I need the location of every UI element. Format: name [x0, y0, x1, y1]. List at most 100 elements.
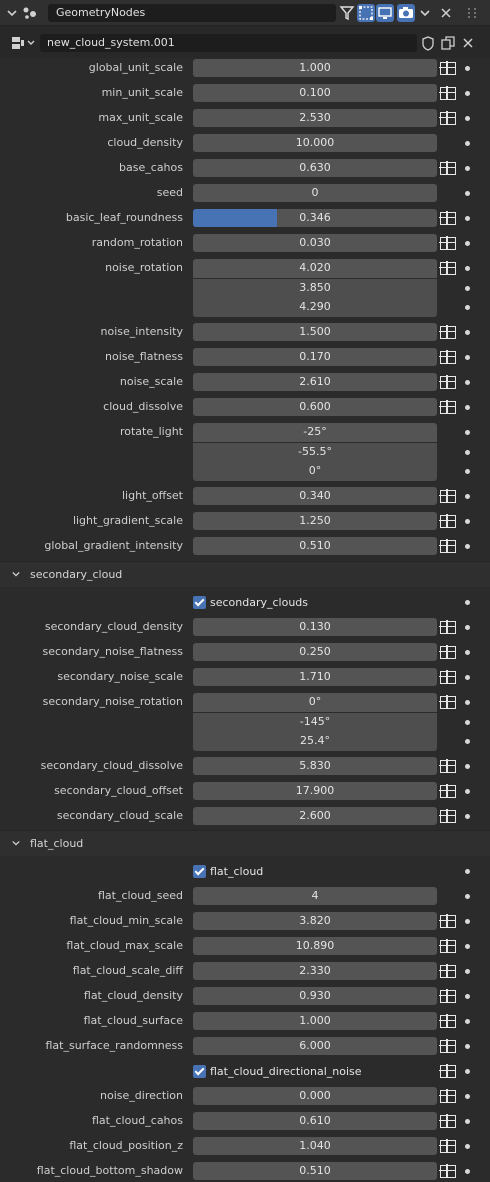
keyframe-dot-icon[interactable]	[465, 355, 470, 360]
noise-rotation-field[interactable]: 3.850	[193, 278, 437, 298]
section-header-flat-cloud[interactable]: flat_cloud	[0, 830, 490, 856]
modifier-name-field[interactable]: GeometryNodes	[48, 4, 336, 22]
keyframe-dot-icon[interactable]	[465, 216, 470, 221]
keyframe-dot-icon[interactable]	[465, 600, 470, 605]
keyframe-dot-icon[interactable]	[465, 944, 470, 949]
checkbox-checked-icon[interactable]	[193, 1064, 206, 1078]
keyframe-dot-icon[interactable]	[465, 519, 470, 524]
rotate-light-field[interactable]: -55.5°	[193, 442, 437, 462]
keyframe-dot-icon[interactable]	[465, 994, 470, 999]
keyframe-dot-icon[interactable]	[465, 1069, 470, 1074]
secondary-noise-rotation-field[interactable]: 0°	[193, 693, 437, 712]
secondary-noise-flatness-field[interactable]: 0.250	[193, 643, 437, 661]
render-toggle[interactable]	[397, 4, 415, 22]
random-rotation-field[interactable]: 0.030	[193, 234, 437, 252]
keyframe-dot-icon[interactable]	[465, 544, 470, 549]
attribute-toggle-button[interactable]	[438, 807, 458, 825]
secondary-noise-rotation-field[interactable]: 25.4°	[193, 732, 437, 751]
keyframe-dot-icon[interactable]	[465, 969, 470, 974]
flat-cloud-surface-field[interactable]: 1.000	[193, 1012, 437, 1030]
keyframe-dot-icon[interactable]	[465, 166, 470, 171]
node-group-name-field[interactable]: new_cloud_system.001	[40, 34, 417, 52]
attribute-toggle-button[interactable]	[438, 348, 458, 366]
flat-cloud-directional-noise-checkbox[interactable]: flat_cloud_directional_noise	[193, 1062, 362, 1080]
noise-scale-field[interactable]: 2.610	[193, 373, 437, 391]
attribute-toggle-button[interactable]	[438, 84, 458, 102]
attribute-toggle-button[interactable]	[438, 109, 458, 127]
flat-cloud-bottom-shadow-field[interactable]: 0.510	[193, 1162, 437, 1180]
keyframe-dot-icon[interactable]	[465, 1094, 470, 1099]
secondary-clouds-checkbox[interactable]: secondary_clouds	[193, 593, 308, 611]
keyframe-dot-icon[interactable]	[465, 405, 470, 410]
attribute-toggle-button[interactable]	[438, 757, 458, 775]
keyframe-dot-icon[interactable]	[465, 469, 470, 474]
flat-cloud-cahos-field[interactable]: 0.610	[193, 1112, 437, 1130]
secondary-cloud-density-field[interactable]: 0.130	[193, 618, 437, 636]
noise-flatness-field[interactable]: 0.170	[193, 348, 437, 366]
attribute-toggle-button[interactable]	[438, 1112, 458, 1130]
noise-rotation-field[interactable]: 4.290	[193, 298, 437, 317]
section-header-secondary-cloud[interactable]: secondary_cloud	[0, 561, 490, 587]
rotate-light-field[interactable]: -25°	[193, 423, 437, 442]
chevron-down-icon[interactable]	[418, 6, 432, 20]
global-gradient-intensity-field[interactable]: 0.510	[193, 537, 437, 555]
close-icon[interactable]	[438, 5, 454, 21]
attribute-toggle-button[interactable]	[438, 512, 458, 530]
attribute-toggle-button[interactable]	[438, 782, 458, 800]
secondary-noise-rotation-field[interactable]: -145°	[193, 712, 437, 732]
attribute-toggle-button[interactable]	[438, 398, 458, 416]
base-cahos-field[interactable]: 0.630	[193, 159, 437, 177]
keyframe-dot-icon[interactable]	[465, 191, 470, 196]
edit-mode-toggle[interactable]	[357, 4, 375, 22]
keyframe-dot-icon[interactable]	[465, 380, 470, 385]
secondary-cloud-dissolve-field[interactable]: 5.830	[193, 757, 437, 775]
attribute-toggle-button[interactable]	[438, 643, 458, 661]
attribute-toggle-button[interactable]	[438, 234, 458, 252]
attribute-toggle-button[interactable]	[438, 259, 458, 277]
flat-cloud-max-scale-field[interactable]: 10.890	[193, 937, 437, 955]
keyframe-dot-icon[interactable]	[465, 764, 470, 769]
keyframe-dot-icon[interactable]	[465, 141, 470, 146]
unlink-close-icon[interactable]	[459, 34, 477, 52]
duplicate-icon[interactable]	[439, 34, 457, 52]
keyframe-dot-icon[interactable]	[465, 1144, 470, 1149]
keyframe-dot-icon[interactable]	[465, 1119, 470, 1124]
keyframe-dot-icon[interactable]	[465, 430, 470, 435]
keyframe-dot-icon[interactable]	[465, 739, 470, 744]
attribute-toggle-button[interactable]	[438, 962, 458, 980]
attribute-toggle-button[interactable]	[438, 1087, 458, 1105]
keyframe-dot-icon[interactable]	[465, 266, 470, 271]
attribute-toggle-button[interactable]	[438, 1137, 458, 1155]
edit-cage-toggle[interactable]	[338, 4, 356, 22]
flat-cloud-checkbox[interactable]: flat_cloud	[193, 862, 263, 880]
secondary-noise-scale-field[interactable]: 1.710	[193, 668, 437, 686]
keyframe-dot-icon[interactable]	[465, 494, 470, 499]
keyframe-dot-icon[interactable]	[465, 650, 470, 655]
attribute-toggle-button[interactable]	[438, 668, 458, 686]
keyframe-dot-icon[interactable]	[465, 814, 470, 819]
flat-cloud-min-scale-field[interactable]: 3.820	[193, 912, 437, 930]
cloud-dissolve-field[interactable]: 0.600	[193, 398, 437, 416]
keyframe-dot-icon[interactable]	[465, 449, 470, 455]
noise-intensity-field[interactable]: 1.500	[193, 323, 437, 341]
keyframe-dot-icon[interactable]	[465, 700, 470, 705]
attribute-toggle-button[interactable]	[438, 59, 458, 77]
drag-handle-icon[interactable]	[462, 4, 482, 22]
noise-direction-field[interactable]: 0.000	[193, 1087, 437, 1105]
attribute-toggle-button[interactable]	[438, 912, 458, 930]
attribute-toggle-button[interactable]	[438, 537, 458, 555]
light-offset-field[interactable]: 0.340	[193, 487, 437, 505]
attribute-toggle-button[interactable]	[438, 693, 458, 711]
noise-rotation-field[interactable]: 4.020	[193, 259, 437, 278]
flat-cloud-scale-diff-field[interactable]: 2.330	[193, 962, 437, 980]
keyframe-dot-icon[interactable]	[465, 1169, 470, 1174]
keyframe-dot-icon[interactable]	[465, 91, 470, 96]
keyframe-dot-icon[interactable]	[465, 719, 470, 725]
seed-field[interactable]: 0	[193, 184, 437, 202]
checkbox-checked-icon[interactable]	[193, 595, 206, 609]
attribute-toggle-button[interactable]	[438, 323, 458, 341]
keyframe-dot-icon[interactable]	[465, 789, 470, 794]
keyframe-dot-icon[interactable]	[465, 625, 470, 630]
keyframe-dot-icon[interactable]	[465, 66, 470, 71]
rotate-light-field[interactable]: 0°	[193, 462, 437, 481]
